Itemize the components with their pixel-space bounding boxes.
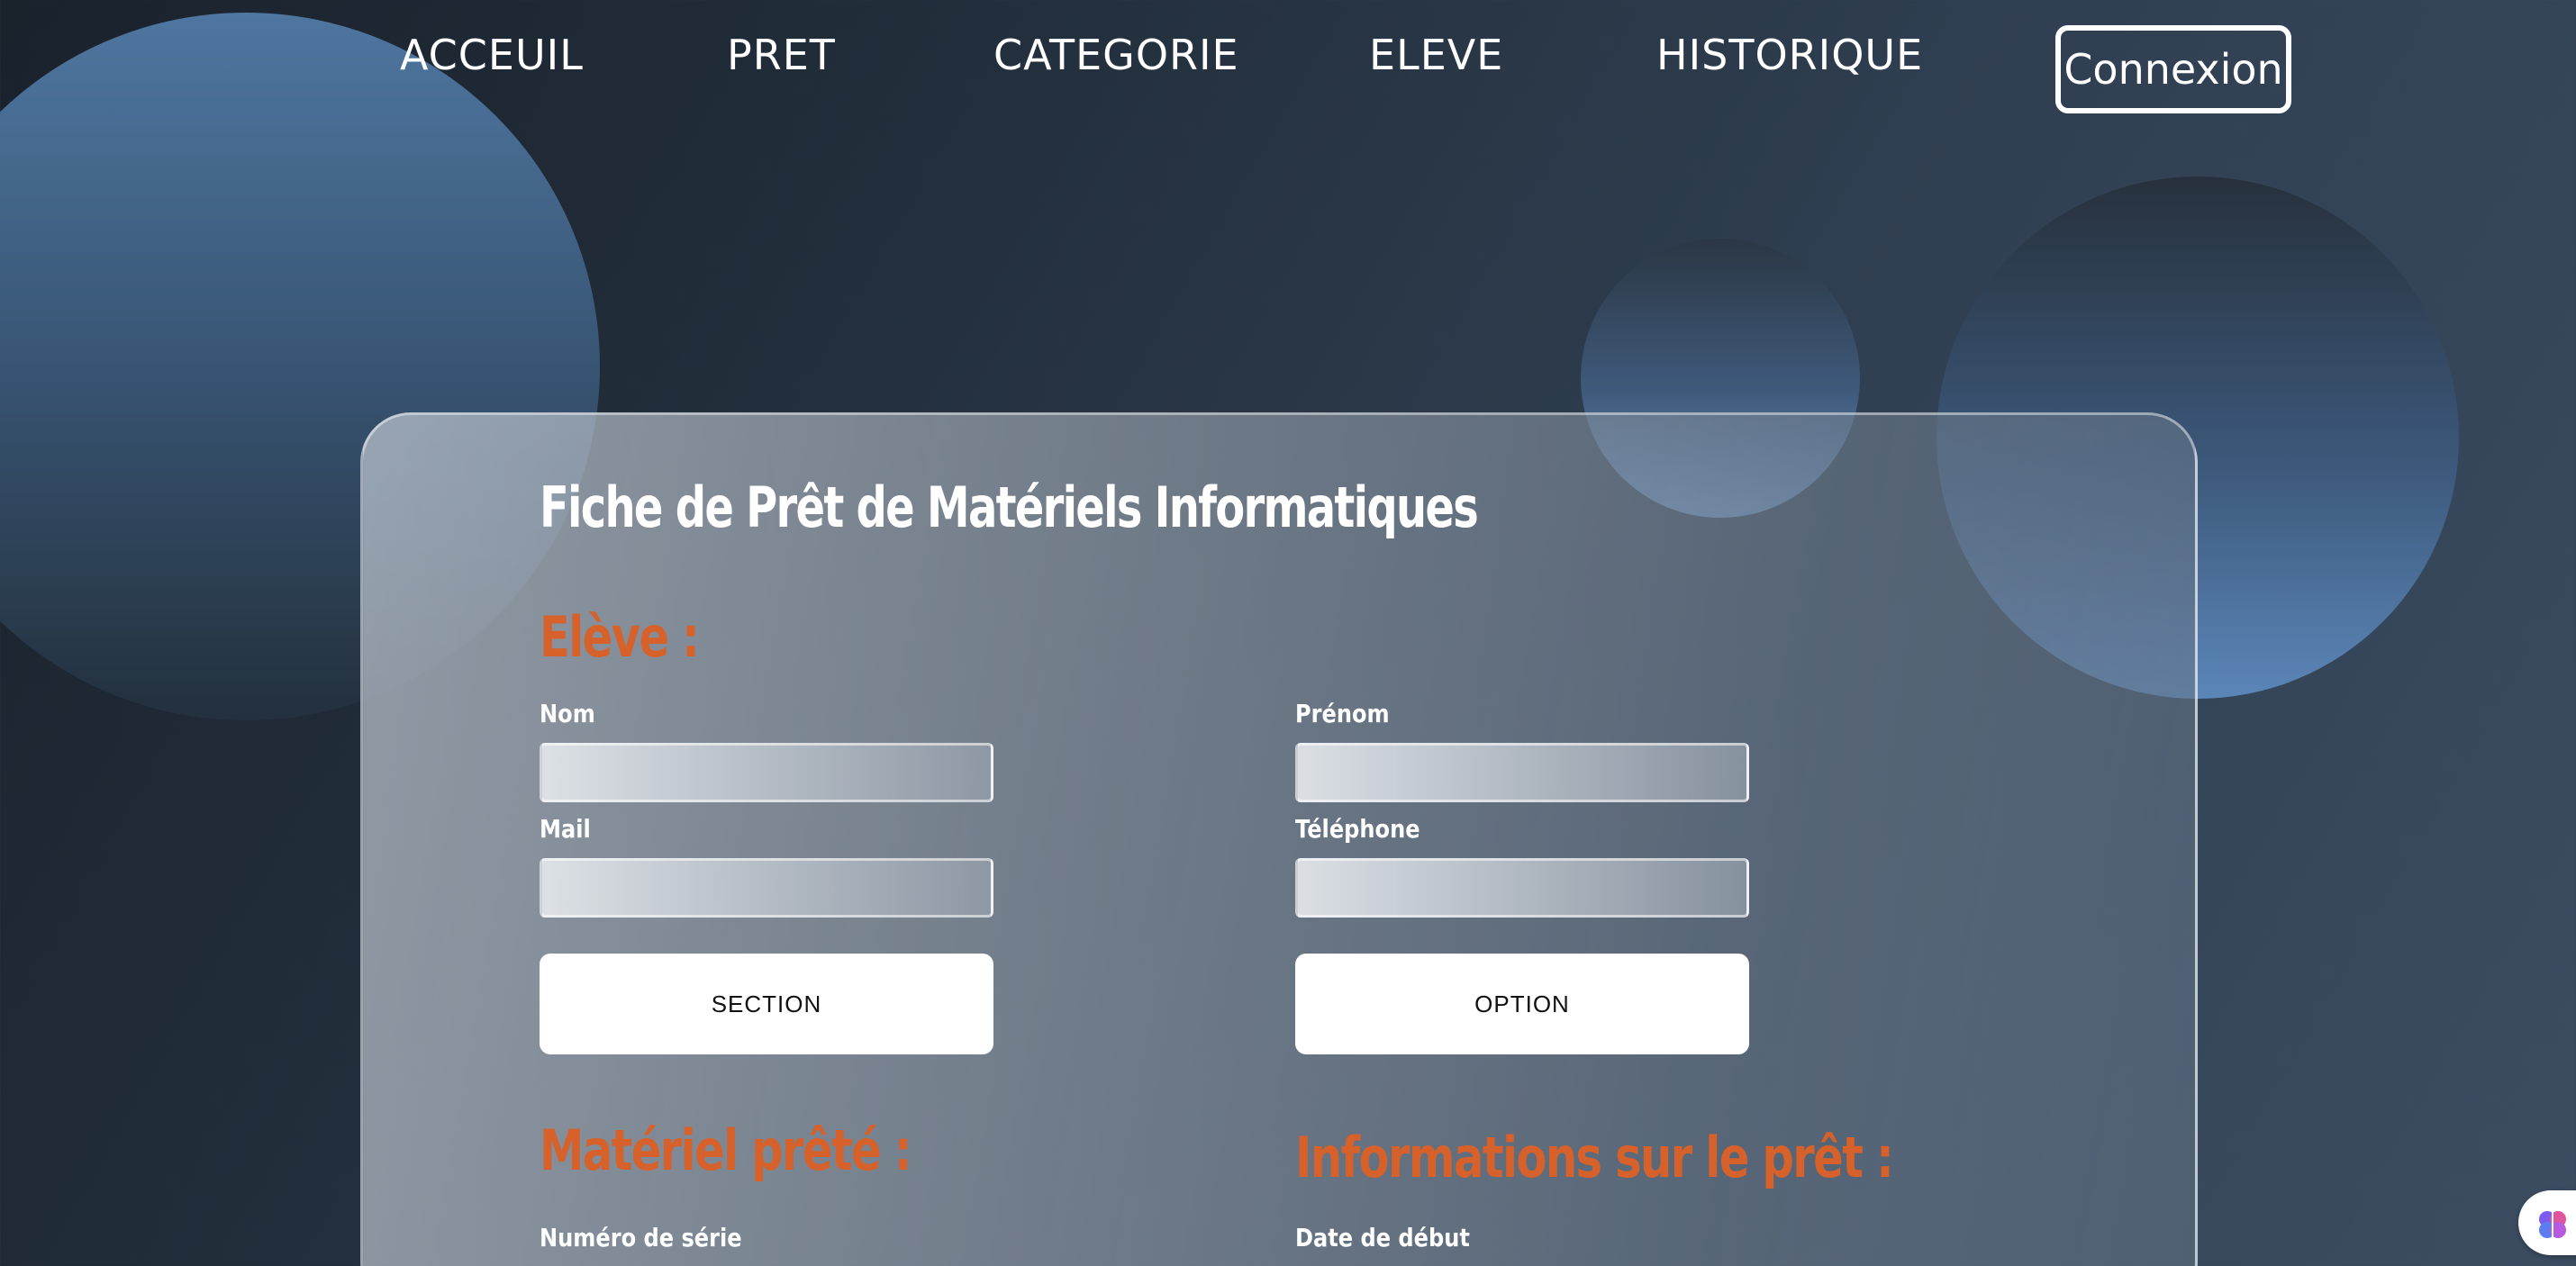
section-select[interactable]: SECTION bbox=[540, 954, 993, 1054]
nom-input[interactable] bbox=[540, 743, 993, 802]
top-nav: ACCEUIL PRET CATEGORIE ELEVE HISTORIQUE … bbox=[0, 0, 2576, 117]
nav-link-eleve[interactable]: ELEVE bbox=[1369, 31, 1503, 79]
nav-link-categorie[interactable]: CATEGORIE bbox=[993, 31, 1239, 79]
assistant-widget[interactable] bbox=[2518, 1190, 2576, 1255]
prenom-input[interactable] bbox=[1295, 743, 1749, 802]
nav-link-accueil[interactable]: ACCEUIL bbox=[400, 31, 584, 79]
nav-link-pret[interactable]: PRET bbox=[727, 31, 836, 79]
nom-label: Nom bbox=[540, 699, 595, 728]
brain-icon bbox=[2539, 1211, 2566, 1238]
form-title: Fiche de Prêt de Matériels Informatiques bbox=[540, 475, 1479, 540]
start-date-label: Date de début bbox=[1295, 1223, 1470, 1252]
serial-number-label: Numéro de série bbox=[540, 1223, 742, 1252]
telephone-input[interactable] bbox=[1295, 858, 1749, 918]
mail-label: Mail bbox=[540, 814, 591, 844]
login-button[interactable]: Connexion bbox=[2055, 25, 2291, 113]
prenom-label: Prénom bbox=[1295, 699, 1390, 728]
student-heading: Elève : bbox=[540, 604, 700, 670]
material-heading: Matériel prêté : bbox=[540, 1117, 912, 1183]
loan-form-card: Fiche de Prêt de Matériels Informatiques… bbox=[360, 412, 2198, 1266]
nav-link-historique[interactable]: HISTORIQUE bbox=[1656, 31, 1923, 79]
loan-info-heading: Informations sur le prêt : bbox=[1295, 1125, 1894, 1190]
option-select[interactable]: OPTION bbox=[1295, 954, 1749, 1054]
mail-input[interactable] bbox=[540, 858, 993, 918]
telephone-label: Téléphone bbox=[1295, 814, 1420, 844]
